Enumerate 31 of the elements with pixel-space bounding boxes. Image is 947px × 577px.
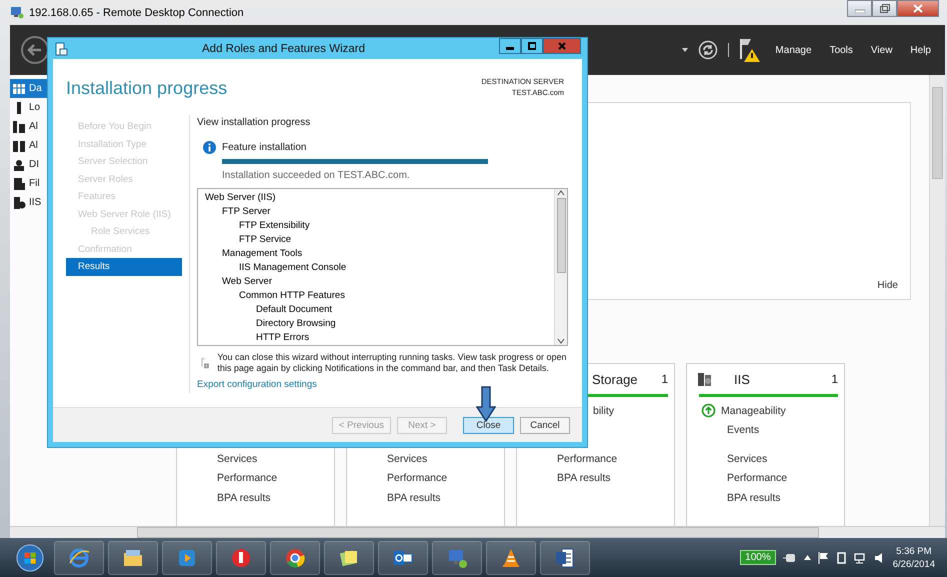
feature-tree-item: FTP Service: [238, 232, 292, 246]
section-title: View installation progress: [197, 117, 312, 130]
sidebar-label: IIS: [29, 197, 42, 208]
feature-tree-item: Web Server: [221, 274, 273, 288]
tile-title: Storage: [591, 372, 638, 386]
feature-tree-item: FTP Server: [221, 204, 272, 218]
sidebar-label: Da: [29, 83, 42, 94]
feature-tree-item: Web Server (IIS): [205, 190, 277, 204]
progress-status: Installation succeeded on TEST.ABC.com.: [222, 170, 411, 181]
feature-tree-item: HTTP Errors: [255, 330, 310, 344]
tile-title: IIS: [733, 372, 750, 386]
sidebar-label: Al: [29, 140, 38, 151]
window-title: 192.168.0.65 - Remote Desktop Connection: [29, 6, 244, 18]
feature-tree-item: FTP Extensibility: [238, 218, 311, 232]
dialog-title: Add Roles and Features Wizard: [201, 42, 366, 54]
sidebar-label: Lo: [29, 102, 40, 113]
feature-tree-item: Default Document: [255, 302, 334, 316]
feature-tree-item: Management Tools: [221, 246, 304, 260]
sidebar-label: Fil: [29, 178, 40, 189]
tile-count: 1: [661, 372, 668, 386]
sidebar-label: Al: [29, 121, 38, 132]
feature-tree-item: Common HTTP Features: [238, 288, 346, 302]
tile-count: 1: [831, 372, 838, 386]
feature-tree-item: Directory Browsing: [255, 316, 337, 330]
feature-tree-item: IIS Management Console: [238, 260, 348, 274]
clock-time: 5:36 PM: [896, 544, 932, 558]
progress-label: Feature installation: [222, 142, 306, 153]
note-text: You can close this wizard without interrupting running tasks. View task progress or open this page again by clicking Notifications in the command bar, and then Task Details.: [217, 352, 568, 374]
sidebar-label: DI: [29, 159, 39, 170]
clock-date: 6/26/2014: [892, 558, 935, 570]
page-heading: Installation progress: [66, 77, 228, 99]
